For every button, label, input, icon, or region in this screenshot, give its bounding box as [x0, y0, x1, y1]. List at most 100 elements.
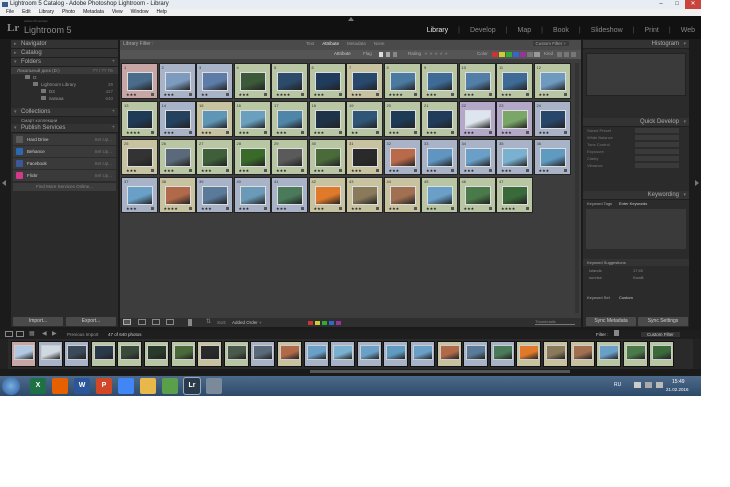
rating-stars[interactable]: ★★★: [539, 92, 550, 97]
rating-stars[interactable]: ★★★: [351, 168, 362, 173]
thumbnail-cell[interactable]: 20 ★★★: [383, 101, 421, 137]
thumbnail-cell[interactable]: 14 ★★★: [158, 101, 196, 137]
rating-stars-icon[interactable]: ★★★★★: [424, 51, 449, 57]
thumbnail-cell[interactable]: 46 ★★★: [458, 177, 496, 213]
filmstrip-thumbnail[interactable]: [64, 341, 90, 367]
color-swatch[interactable]: [520, 52, 526, 57]
rating-stars[interactable]: ★★★: [501, 168, 512, 173]
rating-stars[interactable]: ★★★: [389, 168, 400, 173]
module-book[interactable]: Book: [553, 27, 569, 34]
module-map[interactable]: Map: [517, 27, 531, 34]
compare-view-icon[interactable]: [152, 319, 160, 325]
thumbnail-cell[interactable]: 26 ★★★: [158, 139, 196, 175]
toolbar-color-label[interactable]: [308, 321, 313, 325]
thumbnail-cell[interactable]: 10 ★★★: [458, 63, 496, 99]
rating-stars[interactable]: ★★: [351, 130, 358, 135]
rating-stars[interactable]: ★★★★: [389, 92, 403, 97]
color-swatch[interactable]: [527, 52, 533, 57]
color-swatch[interactable]: [492, 52, 498, 57]
thumbnail-cell[interactable]: 39 ★★★: [196, 177, 233, 213]
painter-icon[interactable]: [188, 319, 192, 326]
filmstrip-left-scroll[interactable]: [0, 339, 8, 369]
keywording-header[interactable]: Keywording: [583, 191, 689, 200]
thumbnail-size-slider[interactable]: [535, 324, 575, 325]
rating-stars[interactable]: ★★★: [164, 168, 175, 173]
filmstrip-thumbnail[interactable]: [543, 341, 568, 367]
thumbnail-cell[interactable]: 5 ★★★★: [271, 63, 308, 99]
secondary-window-icon[interactable]: [16, 331, 24, 337]
loupe-view-icon[interactable]: [138, 319, 146, 325]
network-icon[interactable]: [645, 382, 652, 388]
rating-stars[interactable]: ★★★: [351, 206, 362, 211]
filter-tab-metadata[interactable]: Metadata: [347, 41, 366, 46]
custom-filter-select[interactable]: Custom Filter ÷: [532, 41, 569, 46]
filmstrip-source[interactable]: Previous Import: [67, 332, 99, 337]
volume-icon[interactable]: [656, 382, 663, 388]
rating-stars[interactable]: ★★★: [201, 206, 212, 211]
qd-control[interactable]: [635, 156, 679, 161]
filter-tab-text[interactable]: Text: [306, 41, 314, 46]
thumbnail-cell[interactable]: 9 ★★★: [421, 63, 458, 99]
menu-help[interactable]: Help: [152, 9, 170, 16]
rating-stars[interactable]: ★★★: [426, 168, 437, 173]
rating-stars[interactable]: ★★★: [276, 206, 287, 211]
rating-stars[interactable]: ★★★: [201, 168, 212, 173]
thumbnail-cell[interactable]: 33 ★★★: [421, 139, 458, 175]
service-hard-drive[interactable]: Hard Drive Set Up...: [13, 134, 116, 145]
service-flickr[interactable]: Flickr Set Up...: [13, 170, 116, 181]
rating-stars[interactable]: ★★★: [426, 92, 437, 97]
filmstrip-thumbnail[interactable]: [277, 341, 302, 367]
grid-scrollbar[interactable]: [575, 63, 579, 313]
module-print[interactable]: Print: [644, 27, 658, 34]
thumbnail-cell[interactable]: 11 ★★★: [496, 63, 533, 99]
start-button[interactable]: [2, 377, 20, 395]
rating-stars[interactable]: ★★★: [426, 206, 437, 211]
service-status[interactable]: Set Up...: [94, 146, 112, 157]
qd-control[interactable]: [635, 142, 679, 147]
service-behance[interactable]: Behance Set Up...: [13, 146, 116, 157]
thumbnail-cell[interactable]: 43 ★★★: [346, 177, 383, 213]
filmstrip-thumbnail[interactable]: [197, 341, 223, 367]
filmstrip-thumbnail[interactable]: [436, 341, 462, 367]
filmstrip-scrollbar[interactable]: [10, 369, 700, 374]
rating-stars[interactable]: ★★★: [126, 168, 137, 173]
histogram-header[interactable]: Histogram: [583, 40, 689, 49]
rating-stars[interactable]: ★★★★: [126, 130, 140, 135]
sort-direction-icon[interactable]: ⇅: [206, 318, 211, 325]
language-indicator[interactable]: RU: [614, 382, 621, 388]
color-swatch[interactable]: [513, 52, 519, 57]
publish-services-header[interactable]: Publish Services +: [11, 124, 118, 133]
thumbnail-cell[interactable]: 24 ★★★: [533, 101, 571, 137]
taskbar-excel-icon[interactable]: X: [30, 378, 46, 394]
rating-stars[interactable]: ★★★: [239, 168, 250, 173]
filmstrip-thumbnail[interactable]: [11, 341, 36, 367]
menu-photo[interactable]: Photo: [58, 9, 79, 16]
rating-stars[interactable]: ★★★: [389, 206, 400, 211]
forward-arrow-icon[interactable]: ▶: [52, 330, 57, 337]
thumbnail-cell[interactable]: 45 ★★★: [421, 177, 458, 213]
keyword-suggestion[interactable]: 17:40: [633, 268, 663, 273]
collections-header[interactable]: Collections +: [11, 108, 118, 117]
filmstrip-thumbnail[interactable]: [463, 341, 489, 367]
rating-stars[interactable]: ★★★: [464, 92, 475, 97]
menu-file[interactable]: File: [2, 9, 18, 16]
minimize-icon[interactable]: –: [653, 0, 669, 9]
thumbnail-cell[interactable]: 47 ★★★★: [496, 177, 533, 213]
qd-control[interactable]: [635, 149, 679, 154]
keyword-suggestion[interactable]: Islands: [589, 268, 619, 273]
menu-view[interactable]: View: [108, 9, 127, 16]
rating-stars[interactable]: ★★★: [239, 92, 250, 97]
thumbnail-cell[interactable]: 40 ★★★: [233, 177, 271, 213]
thumbnail-cell[interactable]: 16 ★★★: [233, 101, 271, 137]
rating-stars[interactable]: ★★★★: [276, 92, 290, 97]
keyword-tags-select[interactable]: Enter Keywords: [619, 200, 647, 207]
filmstrip-thumbnail[interactable]: [596, 341, 622, 367]
folder-row[interactable]: D:: [11, 74, 118, 81]
thumbnail-cell[interactable]: 7 ★★★: [346, 63, 383, 99]
primary-window-icon[interactable]: [5, 331, 13, 337]
thumbnail-cell[interactable]: 34 ★★★: [458, 139, 496, 175]
module-web[interactable]: Web: [681, 27, 695, 34]
filter-flag-icon[interactable]: [614, 330, 619, 336]
filmstrip-thumbnail[interactable]: [516, 341, 542, 367]
rating-stars[interactable]: ★★★★: [164, 206, 178, 211]
